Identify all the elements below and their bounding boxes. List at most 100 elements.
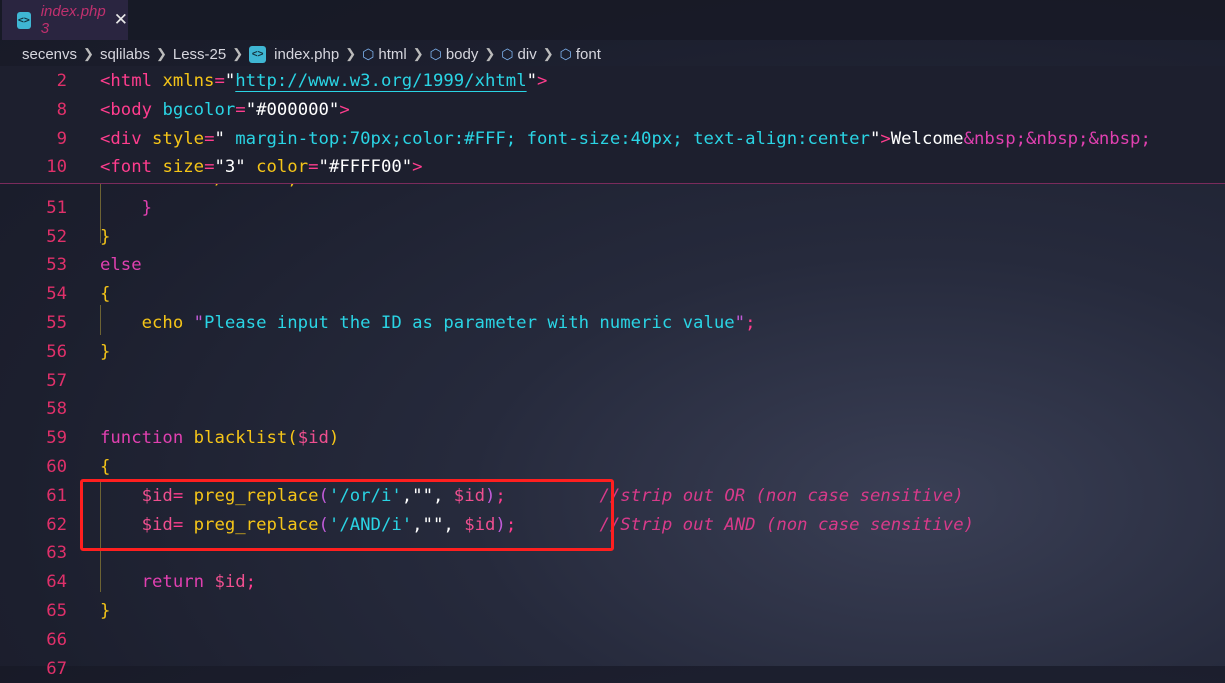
sticky-scroll-header[interactable]: 2 <html xmlns="http://www.w3.org/1999/xht… (0, 66, 1225, 184)
line-number: 51 (46, 197, 67, 218)
line-number: 54 (46, 284, 67, 305)
code-line[interactable]: 10 <font size="3" color="#FFFF00"> (0, 153, 1225, 181)
code-line[interactable]: 59 function blacklist($id) (0, 424, 1225, 452)
breadcrumb-label: sqlilabs (99, 45, 150, 63)
code-line[interactable]: 55 echo "Please input the ID as paramete… (0, 309, 1225, 337)
code-token: else (100, 255, 142, 276)
code-token: } (100, 341, 111, 362)
code-token: > (339, 99, 350, 120)
tab-index-php[interactable]: <> index.php 3 ✕ (2, 0, 128, 40)
breadcrumb-item[interactable]: ⬡ html (362, 46, 407, 63)
breadcrumb-label: body (445, 45, 479, 63)
code-line[interactable]: 8 <body bgcolor="#000000"> (0, 96, 1225, 124)
code-token: " (526, 71, 538, 91)
code-line[interactable]: 57 (0, 367, 1225, 395)
chevron-right-icon: ❯ (232, 46, 244, 61)
code-text: echo "Please input the ID as parameter w… (100, 309, 756, 337)
line-number: 52 (46, 226, 67, 247)
code-token: "#FFFF00" (318, 157, 413, 178)
breadcrumb-item[interactable]: <> index.php (249, 45, 339, 63)
code-line[interactable]: 64 return $id; (0, 568, 1225, 596)
line-number: 55 (46, 313, 67, 333)
code-text: <html xmlns="http://www.w3.org/1999/xhtm… (100, 67, 547, 95)
breadcrumb-item[interactable]: Less-25 (173, 46, 226, 63)
code-token: } (100, 226, 111, 247)
code-token: $id (214, 572, 246, 593)
line-number: 57 (46, 370, 67, 391)
code-token: > (412, 157, 423, 178)
breadcrumb-item[interactable]: ⬡ font (560, 46, 601, 63)
code-text: } (100, 223, 110, 251)
chevron-right-icon: ❯ (412, 46, 424, 61)
code-line[interactable]: 60 { (0, 453, 1225, 481)
line-number: 58 (46, 399, 67, 420)
code-token: body (110, 99, 153, 120)
code-token: " (734, 313, 746, 333)
code-token: return (100, 572, 215, 593)
code-text: } (100, 597, 110, 625)
code-token: ) (328, 428, 340, 449)
code-token: " (193, 313, 205, 333)
code-token: < (100, 157, 111, 178)
code-token: xmlns (162, 71, 215, 91)
breadcrumb-item[interactable]: ⬡ body (430, 46, 479, 63)
code-token: " (224, 71, 236, 91)
code-line[interactable]: 2 <html xmlns="http://www.w3.org/1999/xht… (0, 67, 1225, 95)
code-line[interactable]: 9 <div style=" margin-top:70px;color:#FFF… (0, 125, 1225, 153)
breadcrumb-item[interactable]: sqlilabs (100, 46, 150, 63)
code-token: < (100, 71, 111, 91)
code-token: ; (745, 313, 756, 333)
code-line[interactable]: 56} (0, 338, 1225, 366)
symbol-cube-icon: ⬡ (429, 45, 442, 62)
code-token: style (152, 128, 205, 149)
problems-count: 3 (40, 20, 50, 37)
code-line[interactable]: 66 (0, 626, 1225, 654)
code-token: " (214, 128, 225, 149)
code-token: margin-top:70px;color:#FFF; font-size:40… (224, 128, 870, 149)
breadcrumb-label: div (517, 45, 537, 63)
breadcrumb-label: secenvs (22, 45, 78, 63)
code-text: <div style=" margin-top:70px;color:#FFF;… (100, 125, 1151, 153)
code-line[interactable]: 58 (0, 395, 1225, 423)
code-token: } (100, 197, 153, 218)
close-icon[interactable]: ✕ (114, 10, 128, 30)
code-line[interactable]: 65} (0, 597, 1225, 625)
code-token: > (537, 71, 548, 91)
code-text: else (100, 251, 142, 279)
code-token: = (204, 128, 215, 149)
code-token: = (214, 71, 225, 91)
code-token: = (204, 157, 215, 178)
code-token: Please input the ID as parameter with nu… (204, 313, 735, 333)
breadcrumb-item[interactable]: secenvs (22, 46, 77, 63)
code-token: font (110, 157, 153, 178)
breadcrumb-item[interactable]: ⬡ div (501, 46, 536, 63)
line-number: 59 (46, 428, 67, 449)
chevron-right-icon: ❯ (542, 46, 554, 61)
line-number: 64 (46, 572, 67, 593)
indent-guide (100, 183, 101, 243)
code-token: blacklist (193, 428, 288, 449)
code-line[interactable]: 51 } (0, 194, 1225, 222)
code-token: size (162, 157, 205, 178)
code-line[interactable]: 52} (0, 223, 1225, 251)
php-file-icon: <> (17, 11, 31, 29)
code-text: <body bgcolor="#000000"> (100, 96, 350, 124)
code-token: { (100, 457, 111, 477)
line-number: 9 (56, 128, 67, 149)
breadcrumb-label: Less-25 (172, 45, 227, 63)
php-file-icon: <> (249, 45, 267, 63)
line-number: 66 (46, 629, 67, 650)
line-number: 63 (46, 543, 67, 564)
line-number: 53 (46, 255, 67, 276)
symbol-cube-icon: ⬡ (501, 45, 514, 62)
code-token: < (100, 99, 111, 120)
code-line[interactable]: 67 (0, 655, 1225, 683)
code-token: < (100, 128, 111, 149)
code-line[interactable]: 54 { (0, 280, 1225, 308)
code-line[interactable]: 53 else (0, 251, 1225, 279)
